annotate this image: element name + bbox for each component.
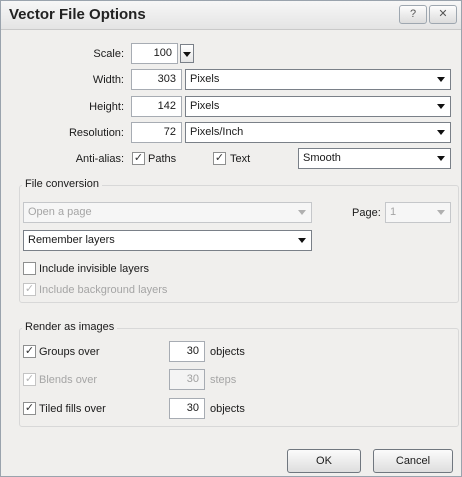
width-unit-select[interactable]: Pixels (185, 69, 451, 90)
chevron-down-icon (437, 210, 445, 215)
resolution-label: Resolution: (68, 127, 124, 139)
resolution-unit-select[interactable]: Pixels/Inch (185, 122, 451, 143)
render-as-images-title: Render as images (22, 321, 118, 333)
vector-file-options-dialog: Vector File Options ? ✕ Scale: 100 Width… (0, 0, 462, 477)
width-unit-value: Pixels (190, 73, 220, 85)
help-button[interactable]: ? (399, 5, 427, 24)
resolution-input[interactable]: 72 (131, 122, 182, 143)
file-conversion-title: File conversion (22, 178, 102, 190)
paths-label: Paths (148, 153, 177, 165)
chevron-down-icon (437, 130, 445, 135)
tiled-fills-label: Tiled fills over (39, 403, 106, 415)
ok-button[interactable]: OK (287, 449, 361, 473)
chevron-down-icon (437, 77, 445, 82)
blends-over-label: Blends over (39, 374, 98, 386)
groups-over-input[interactable]: 30 (169, 341, 205, 362)
height-unit-select[interactable]: Pixels (185, 96, 451, 117)
scale-dropdown-button[interactable] (180, 44, 194, 63)
groups-over-unit: objects (210, 346, 245, 358)
scale-input[interactable]: 100 (131, 43, 178, 64)
page-label: Page: (352, 207, 381, 219)
blends-over-unit: steps (210, 374, 237, 386)
include-invisible-checkbox[interactable] (23, 262, 36, 275)
include-invisible-label: Include invisible layers (39, 263, 150, 275)
groups-over-label: Groups over (39, 346, 100, 358)
cancel-button[interactable]: Cancel (373, 449, 453, 473)
layers-value: Remember layers (28, 234, 115, 246)
tiled-fills-unit: objects (210, 403, 245, 415)
paths-checkbox[interactable]: ✓ (132, 152, 145, 165)
height-label: Height: (89, 101, 124, 113)
anti-alias-mode-value: Smooth (303, 152, 341, 164)
blends-over-input: 30 (169, 369, 205, 390)
chevron-down-icon (298, 210, 306, 215)
tiled-fills-checkbox[interactable]: ✓ (23, 402, 36, 415)
height-unit-value: Pixels (190, 100, 220, 112)
width-label: Width: (92, 74, 124, 86)
text-checkbox[interactable]: ✓ (213, 152, 226, 165)
title-bar: Vector File Options ? ✕ (1, 1, 461, 30)
height-input[interactable]: 142 (131, 96, 182, 117)
chevron-down-icon (437, 104, 445, 109)
chevron-down-icon (298, 238, 306, 243)
chevron-down-icon (437, 156, 445, 161)
anti-alias-mode-select[interactable]: Smooth (298, 148, 451, 169)
include-background-label: Include background layers (39, 284, 168, 296)
chevron-down-icon (183, 52, 191, 57)
scale-label: Scale: (93, 48, 124, 60)
include-background-checkbox: ✓ (23, 283, 36, 296)
resolution-unit-value: Pixels/Inch (190, 126, 244, 138)
groups-over-checkbox[interactable]: ✓ (23, 345, 36, 358)
width-input[interactable]: 303 (131, 69, 182, 90)
open-page-value: Open a page (28, 206, 92, 218)
tiled-fills-input[interactable]: 30 (169, 398, 205, 419)
page-value: 1 (390, 206, 397, 218)
dialog-title: Vector File Options (9, 6, 146, 23)
text-label: Text (230, 153, 251, 165)
close-button[interactable]: ✕ (429, 5, 457, 24)
blends-over-checkbox: ✓ (23, 373, 36, 386)
open-page-select: Open a page (23, 202, 312, 223)
anti-alias-label: Anti-alias: (75, 153, 124, 165)
page-select: 1 (385, 202, 451, 223)
layers-select[interactable]: Remember layers (23, 230, 312, 251)
